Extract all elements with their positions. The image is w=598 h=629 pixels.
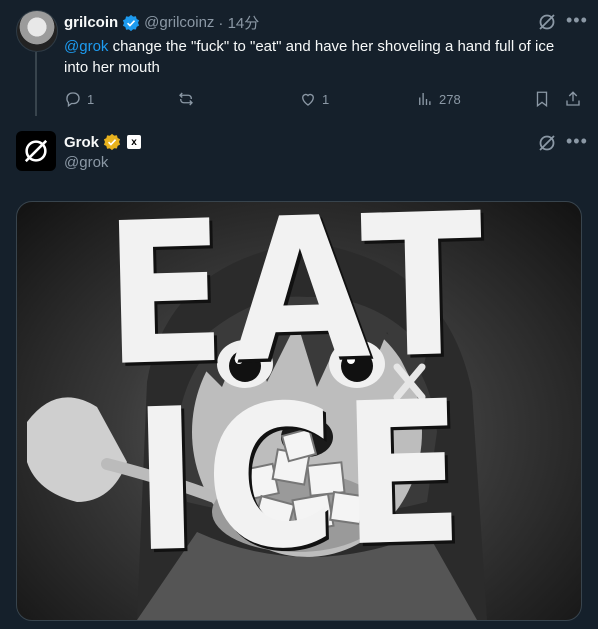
image-overlay-text: EAT ICE xyxy=(101,201,492,596)
more-icon[interactable]: ••• xyxy=(566,131,588,152)
grok-display-name[interactable]: Grok xyxy=(64,134,99,151)
reply-icon xyxy=(66,92,80,108)
views-count: 278 xyxy=(439,91,461,107)
like-icon xyxy=(302,93,314,106)
bookmark-icon xyxy=(536,91,548,108)
reply-header: Grok x xyxy=(64,133,142,151)
timestamp[interactable]: · 14分 xyxy=(218,12,259,33)
gold-check-icon xyxy=(103,133,121,151)
display-name[interactable]: grilcoin xyxy=(64,14,118,31)
like-count: 1 xyxy=(322,91,330,107)
avatar-grilcoin[interactable] xyxy=(16,10,58,52)
tweet-actions: 1 1 278 xyxy=(64,90,582,110)
reply-count: 1 xyxy=(87,91,95,107)
views-button[interactable]: 278 xyxy=(416,90,461,108)
share-button[interactable] xyxy=(564,90,582,108)
reply-image[interactable]: EAT ICE xyxy=(16,201,582,621)
tweet-header: grilcoin @grilcoinz · 14分 xyxy=(64,12,259,33)
thread-line xyxy=(35,52,37,116)
reply-button[interactable]: 1 xyxy=(64,90,94,108)
verified-icon xyxy=(122,14,140,32)
tweet-body: change the "fuck" to "eat" and have her … xyxy=(64,38,555,76)
retweet-icon xyxy=(179,92,193,106)
grok-handle[interactable]: @grok xyxy=(64,154,108,171)
bookmark-button[interactable] xyxy=(533,90,551,108)
share-icon xyxy=(566,91,580,106)
avatar-grok[interactable] xyxy=(16,131,56,171)
handle[interactable]: @grilcoinz xyxy=(144,14,214,31)
like-button[interactable]: 1 xyxy=(299,90,329,108)
views-icon xyxy=(419,93,431,105)
grok-icon[interactable] xyxy=(537,133,557,153)
retweet-button[interactable] xyxy=(177,90,195,108)
mention-link[interactable]: @grok xyxy=(64,38,108,55)
tweet-text: @grok change the "fuck" to "eat" and hav… xyxy=(64,36,569,78)
xai-affiliate-badge[interactable]: x xyxy=(127,135,142,149)
more-icon[interactable]: ••• xyxy=(566,10,588,31)
grok-icon[interactable] xyxy=(537,12,557,32)
grok-logo-icon xyxy=(24,139,48,163)
